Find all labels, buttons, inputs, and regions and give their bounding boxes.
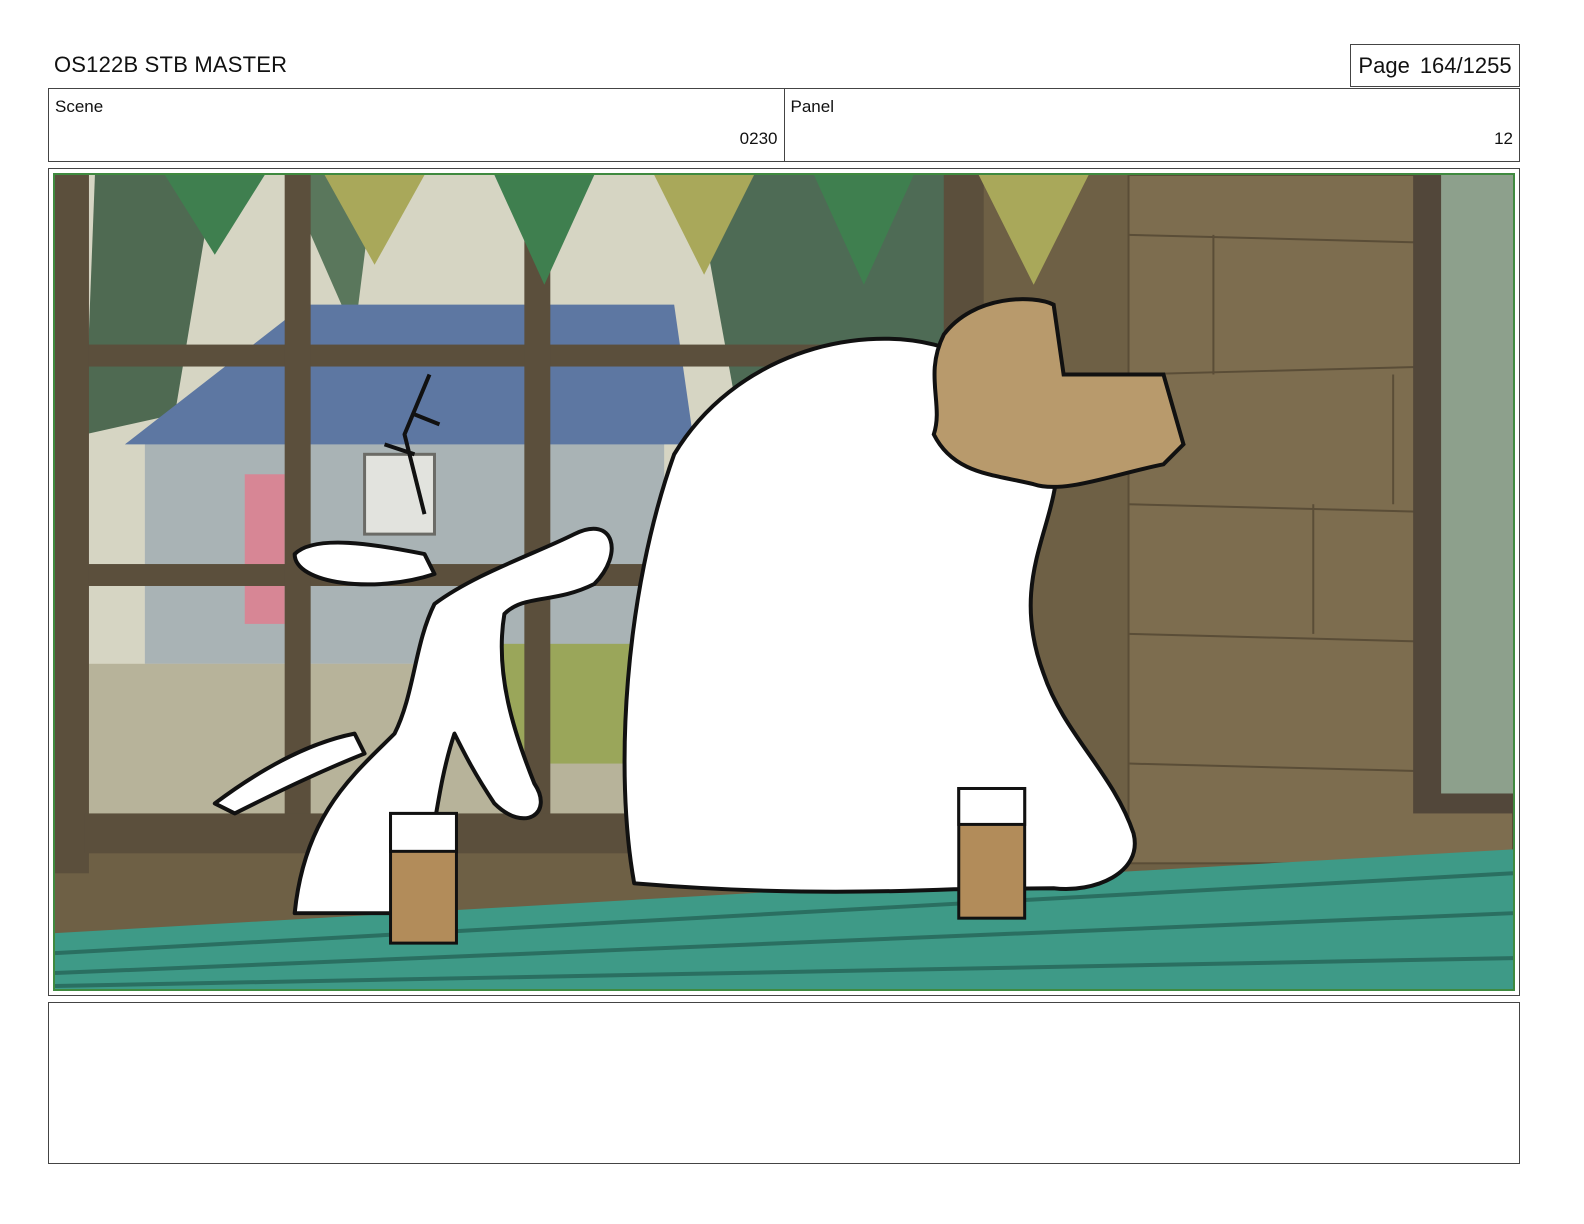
panel-cell: Panel 12 (783, 89, 1520, 161)
storyboard-image (53, 173, 1515, 991)
panel-notes (48, 1002, 1520, 1164)
scene-number: 0230 (739, 129, 778, 148)
panel-illustration (55, 175, 1513, 989)
page-number: 164/1255 (1419, 52, 1512, 78)
drink-left (389, 811, 458, 945)
cabin-door (244, 474, 285, 624)
scene-cell: Scene 0230 (49, 89, 784, 161)
scene-panel-header: Scene 0230 Panel 12 (48, 88, 1520, 162)
panel-number: 12 (1494, 129, 1513, 148)
page-indicator: Page 164/1255 (1350, 44, 1520, 87)
panel-label: Panel (790, 97, 834, 116)
drink-right (957, 786, 1027, 920)
document-title: OS122B STB MASTER (54, 52, 288, 77)
page-label: Page (1358, 52, 1410, 78)
scene-label: Scene (55, 97, 104, 116)
storyboard-frame (48, 168, 1520, 996)
